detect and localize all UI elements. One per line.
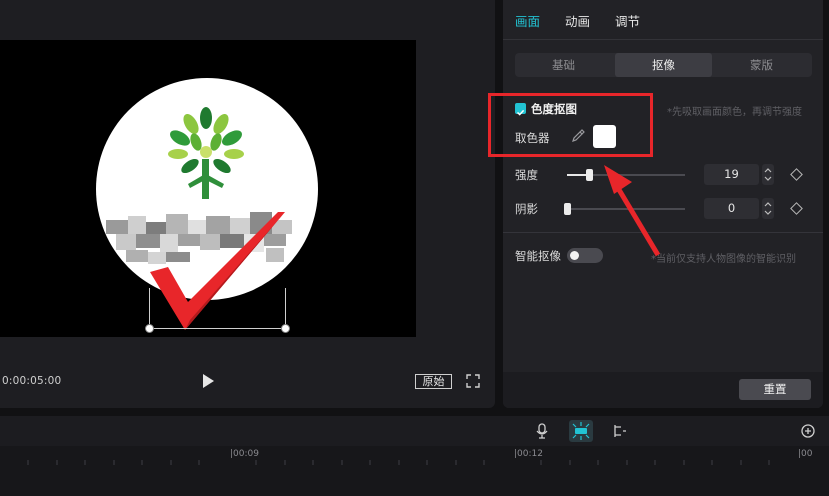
snap-icon bbox=[572, 422, 590, 440]
resize-handle-bottom-left[interactable] bbox=[145, 324, 154, 333]
annotation-arrow-icon bbox=[604, 165, 661, 257]
ruler-ticks bbox=[27, 460, 770, 465]
timeline: |00:09 |00:12 |00 bbox=[0, 416, 829, 496]
preview-panel: 0:00:05:00 原始 bbox=[0, 0, 495, 408]
zoom-in-icon[interactable] bbox=[799, 422, 817, 440]
tab-animation[interactable]: 动画 bbox=[565, 11, 590, 30]
shadow-stepper[interactable] bbox=[762, 198, 774, 219]
intensity-label: 强度 bbox=[515, 168, 538, 182]
tree-logo-icon bbox=[168, 107, 244, 199]
aspect-ratio-button[interactable]: 原始 bbox=[415, 374, 452, 389]
intensity-input[interactable]: 19 bbox=[704, 164, 759, 185]
chroma-key-hint: *先吸取画面颜色，再调节强度 bbox=[667, 107, 802, 118]
shadow-label: 阴影 bbox=[515, 202, 538, 216]
ruler-label: |00:12 bbox=[514, 449, 543, 459]
highlight-box bbox=[488, 93, 653, 157]
split-icon[interactable] bbox=[610, 422, 628, 440]
smart-key-label: 智能抠像 bbox=[515, 249, 561, 263]
selection-box[interactable] bbox=[149, 288, 286, 329]
shadow-keyframe-icon[interactable] bbox=[790, 202, 803, 215]
app-root: 0:00:05:00 原始 画面 动画 调节 基础 抠像 蒙版 色度抠图 *先吸… bbox=[0, 0, 829, 496]
ruler-label: |00 bbox=[798, 449, 813, 459]
property-tabs: 画面 动画 调节 bbox=[503, 0, 823, 40]
intensity-slider-thumb[interactable] bbox=[586, 169, 593, 181]
timecode: 0:00:05:00 bbox=[2, 375, 62, 387]
snap-toggle-button[interactable] bbox=[569, 420, 593, 442]
ruler-label: |00:09 bbox=[230, 449, 259, 459]
subtab-keying[interactable]: 抠像 bbox=[615, 53, 712, 77]
toggle-knob bbox=[570, 251, 579, 260]
subtab-segment: 基础 抠像 蒙版 bbox=[515, 53, 812, 77]
resize-handle-bottom-right[interactable] bbox=[281, 324, 290, 333]
subtab-mask[interactable]: 蒙版 bbox=[713, 53, 810, 77]
intensity-keyframe-icon[interactable] bbox=[790, 168, 803, 181]
subtab-basic[interactable]: 基础 bbox=[515, 53, 612, 77]
play-icon[interactable] bbox=[201, 373, 215, 389]
tab-adjust[interactable]: 调节 bbox=[615, 11, 640, 30]
tab-picture[interactable]: 画面 bbox=[515, 11, 540, 30]
fullscreen-icon[interactable] bbox=[466, 374, 480, 388]
timeline-toolbar bbox=[0, 416, 829, 446]
timeline-ruler[interactable]: |00:09 |00:12 |00 bbox=[0, 446, 829, 466]
stepper-arrows-icon bbox=[764, 168, 772, 181]
shadow-slider-thumb[interactable] bbox=[564, 203, 571, 215]
shadow-input[interactable]: 0 bbox=[704, 198, 759, 219]
stepper-arrows-icon bbox=[764, 202, 772, 215]
reset-button[interactable]: 重置 bbox=[739, 379, 811, 400]
smart-key-hint: *当前仅支持人物图像的智能识别 bbox=[651, 254, 796, 265]
preview-topbar bbox=[0, 0, 495, 40]
intensity-stepper[interactable] bbox=[762, 164, 774, 185]
playback-controls: 0:00:05:00 原始 bbox=[0, 368, 495, 396]
microphone-icon[interactable] bbox=[533, 422, 551, 440]
